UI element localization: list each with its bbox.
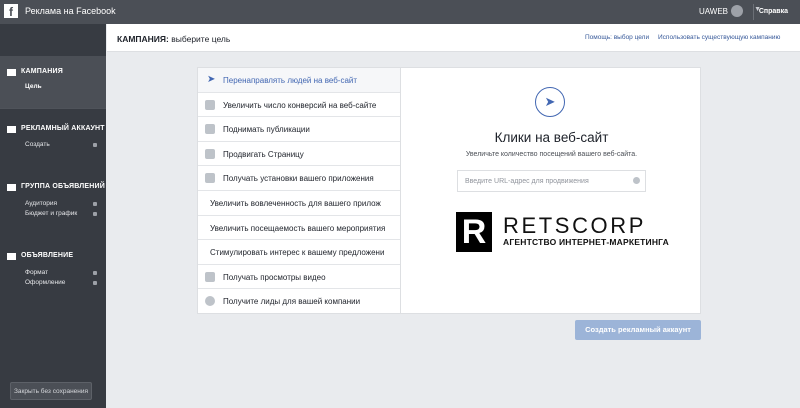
lock-icon	[93, 202, 97, 206]
lock-icon	[93, 271, 97, 275]
sidebar-section-ad[interactable]: ОБЪЯВЛЕНИЕ	[21, 252, 73, 259]
facebook-logo-icon[interactable]: f	[4, 4, 18, 19]
objective-app-engagement[interactable]: Увеличить вовлеченность для вашего прило…	[198, 191, 401, 216]
objective-conversions[interactable]: Увеличить число конверсий на веб-сайте	[198, 93, 401, 118]
objective-website-clicks[interactable]: ➤ Перенаправлять людей на веб-сайт	[198, 68, 401, 93]
objective-panel: ➤ Перенаправлять людей на веб-сайт Увели…	[197, 67, 701, 314]
objective-list: ➤ Перенаправлять людей на веб-сайт Увели…	[198, 68, 401, 313]
account-name[interactable]: UAWEB	[699, 7, 728, 16]
objective-app-installs[interactable]: Получать установки вашего приложения	[198, 166, 401, 191]
megaphone-icon	[7, 126, 16, 133]
divider	[400, 68, 401, 313]
objective-event-responses[interactable]: Увеличить посещаемость вашего мероприяти…	[198, 216, 401, 241]
sidebar-item-creative[interactable]: Оформление	[25, 279, 65, 286]
app-title: Реклама на Facebook	[25, 6, 116, 16]
retscorp-logo-tagline: АГЕНТСТВО ИНТЕРНЕТ-МАРКЕТИНГА	[503, 237, 669, 247]
retscorp-logo-name: RETSCORP	[503, 213, 647, 238]
objective-promote-page[interactable]: Продвигать Страницу	[198, 142, 401, 167]
monitor-icon	[7, 253, 16, 260]
sidebar-item-objective[interactable]: Цель	[25, 83, 42, 90]
help-choose-objective-link[interactable]: Помощь: выбор цели	[585, 34, 649, 41]
sidebar-active-section	[0, 56, 106, 108]
close-without-saving-button[interactable]: Закрыть без сохранения	[10, 382, 92, 400]
sidebar-item-create[interactable]: Создать	[25, 141, 50, 148]
sidebar-section-campaign[interactable]: КАМПАНИЯ	[21, 68, 63, 75]
objective-detail-subtitle: Увеличьте количество посещений вашего ве…	[465, 151, 638, 158]
use-existing-campaign-link[interactable]: Использовать существующую кампанию	[658, 34, 780, 41]
funnel-icon	[205, 296, 215, 307]
page-header: КАМПАНИЯ: выберите цель Помощь: выбор це…	[107, 24, 800, 52]
sidebar-item-budget[interactable]: Бюджет и график	[25, 210, 77, 217]
sidebar-item-audience[interactable]: Аудитория	[25, 200, 57, 207]
like-icon	[205, 148, 215, 159]
lock-icon	[93, 143, 97, 147]
globe-icon	[205, 99, 215, 110]
url-input[interactable]	[457, 170, 646, 192]
box-icon	[205, 173, 215, 184]
video-icon	[205, 271, 215, 282]
lock-icon	[93, 212, 97, 216]
sidebar-item-format[interactable]: Формат	[25, 269, 48, 276]
sidebar: КАМПАНИЯ Цель РЕКЛАМНЫЙ АККАУНТ Создать …	[0, 24, 106, 408]
sidebar-section-ad-account[interactable]: РЕКЛАМНЫЙ АККАУНТ	[21, 125, 105, 132]
sidebar-section-ad-set[interactable]: ГРУППА ОБЪЯВЛЕНИЙ	[21, 183, 105, 190]
top-bar: f Реклама на Facebook UAWEB ▼ Справка	[0, 0, 800, 24]
page-title: КАМПАНИЯ: выберите цель	[117, 34, 231, 44]
info-icon[interactable]	[633, 177, 640, 184]
cursor-icon: ➤	[535, 87, 565, 117]
help-link[interactable]: Справка	[759, 8, 788, 15]
cursor-icon: ➤	[207, 74, 216, 85]
retscorp-logo-letter: R	[461, 213, 487, 251]
create-ad-account-button[interactable]: Создать рекламный аккаунт	[575, 320, 701, 340]
objective-video-views[interactable]: Получать просмотры видео	[198, 265, 401, 290]
objective-offer-claims[interactable]: Стимулировать интерес к вашему предложен…	[198, 240, 401, 265]
retscorp-logo-mark: R	[456, 212, 492, 252]
posts-icon	[205, 124, 215, 135]
divider	[0, 108, 106, 109]
objective-detail-title: Клики на веб-сайт	[494, 130, 609, 145]
objective-lead-generation[interactable]: Получите лиды для вашей компании	[198, 289, 401, 314]
campaign-icon	[7, 69, 16, 76]
lock-icon	[93, 281, 97, 285]
grid-icon	[7, 184, 16, 191]
objective-boost-posts[interactable]: Поднимать публикации	[198, 117, 401, 142]
globe-icon[interactable]	[731, 5, 743, 17]
